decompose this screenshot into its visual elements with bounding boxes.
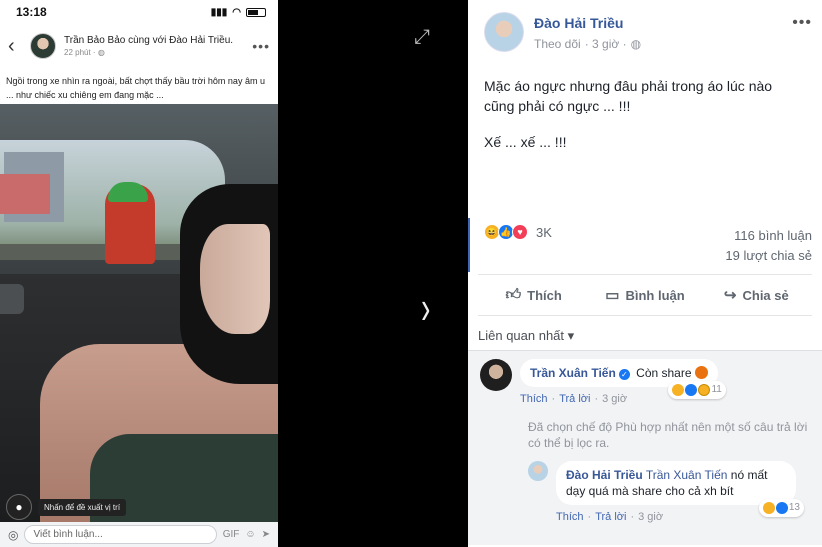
location-tip: ● Nhấn để đề xuất vị trí — [6, 494, 127, 520]
chevron-right-icon[interactable]: › — [421, 280, 430, 334]
post-stats: 😆 👍 ♥ 3K 116 bình luận 19 lượt chia sẻ — [468, 218, 822, 274]
avatar[interactable] — [484, 12, 524, 52]
phone-status-bar: 13:18 ▮▮▮ ◠ — [0, 0, 278, 24]
action-bar: 👍︎ Thích ▭ Bình luận ↪ Chia sẻ — [478, 274, 812, 316]
like-icon — [685, 384, 698, 396]
follow-link[interactable]: Theo dõi — [534, 37, 581, 51]
phone-caption: Ngồi trong xe nhìn ra ngoài, bất chợt th… — [6, 76, 265, 100]
thumbs-up-icon: 👍︎ — [505, 286, 522, 303]
reply-bubble: Đào Hải Triều Trần Xuân Tiến nó mất dạy … — [556, 461, 804, 517]
comment-reactions[interactable]: 11 — [668, 381, 726, 399]
commenter-name[interactable]: Trần Xuân Tiến — [530, 366, 616, 380]
avatar — [30, 33, 56, 59]
photo-viewer: 13:18 ▮▮▮ ◠ ‹ Trần Bảo Bảo cùng với Đào … — [0, 0, 822, 547]
media-pane: 13:18 ▮▮▮ ◠ ‹ Trần Bảo Bảo cùng với Đào … — [0, 0, 468, 547]
send-icon: ➤ — [261, 529, 270, 540]
post-text-1: Mặc áo ngực nhưng đâu phải trong áo lúc … — [484, 78, 773, 114]
comment-reply-link[interactable]: Trả lời — [559, 393, 590, 405]
wifi-icon: ◠ — [232, 6, 241, 18]
car-photo: ● Nhấn để đề xuất vị trí — [0, 104, 278, 522]
reply: Đào Hải Triều Trần Xuân Tiến nó mất dạy … — [528, 461, 812, 523]
like-icon — [775, 502, 788, 514]
filter-notice: Đã chọn chế độ Phù hợp nhất nên một số c… — [528, 420, 808, 450]
more-icon[interactable]: ••• — [792, 14, 812, 32]
avatar[interactable] — [528, 461, 548, 481]
love-icon: ♥ — [512, 224, 528, 240]
more-icon: ••• — [252, 38, 270, 54]
globe-icon: ◍ — [630, 37, 642, 51]
comment-text: Còn share — [636, 366, 692, 380]
share-button[interactable]: ↪ Chia sẻ — [701, 275, 812, 315]
phone-comment-input: Viết bình luận... — [24, 525, 217, 544]
screenshot-image: 13:18 ▮▮▮ ◠ ‹ Trần Bảo Bảo cùng với Đào … — [0, 0, 278, 547]
angry-emoji-icon — [694, 366, 708, 379]
mention-link[interactable]: Trần Xuân Tiến — [646, 468, 728, 482]
battery-icon — [246, 7, 266, 17]
comment-bubble: Trần Xuân Tiến ✓ Còn share 11 — [520, 359, 726, 399]
replier-name[interactable]: Đào Hải Triều — [566, 468, 643, 482]
haha-icon — [672, 384, 685, 396]
status-time: 13:18 — [16, 5, 47, 19]
verified-badge-icon: ✓ — [618, 369, 630, 380]
status-icons: ▮▮▮ ◠ — [211, 7, 266, 18]
post-text-2: Xế ... xế ... !!! — [484, 134, 567, 150]
comment-time[interactable]: 3 giờ — [602, 393, 627, 405]
comment-icon: ▭ — [605, 287, 620, 304]
comment: Trần Xuân Tiến ✓ Còn share 11 Thích · Trả … — [480, 359, 812, 405]
post-time[interactable]: · 3 giờ · — [585, 37, 627, 51]
post-author[interactable]: Đào Hải Triều — [534, 15, 641, 31]
comment-button[interactable]: ▭ Bình luận — [589, 275, 700, 315]
wow-icon — [698, 384, 711, 396]
phone-post-time: 22 phút · — [64, 48, 98, 57]
post-body: Mặc áo ngực nhưng đâu phải trong áo lúc … — [468, 62, 822, 218]
globe-icon: ◍ — [97, 48, 105, 57]
share-icon: ↪ — [723, 287, 737, 304]
haha-icon — [762, 502, 775, 514]
reply-reply-link[interactable]: Trả lời — [595, 511, 626, 523]
reply-reactions[interactable]: 13 — [758, 499, 804, 517]
back-arrow-icon: ‹ — [8, 34, 15, 57]
post-panel: Đào Hải Triều Theo dõi · 3 giờ · ◍ ••• M… — [468, 0, 822, 547]
location-pin-icon: ● — [6, 494, 32, 520]
expand-icon[interactable]: ⤢ — [414, 26, 438, 50]
reply-like-link[interactable]: Thích — [556, 511, 584, 523]
comment-sort-dropdown[interactable]: Liên quan nhất ▾ — [468, 316, 822, 350]
gif-icon: GIF — [222, 529, 240, 540]
camera-icon: ◎ — [8, 527, 19, 542]
post-header: Đào Hải Triều Theo dõi · 3 giờ · ◍ ••• — [468, 0, 822, 62]
emoji-icon: ☺ — [245, 529, 256, 540]
comment-like-link[interactable]: Thích — [520, 393, 548, 405]
share-count[interactable]: 19 lượt chia sẻ — [725, 246, 812, 266]
like-button[interactable]: 👍︎ Thích — [478, 275, 589, 315]
comment-list: Trần Xuân Tiến ✓ Còn share 11 Thích · Trả … — [468, 350, 822, 545]
woman-face — [200, 224, 270, 334]
reaction-count: 3K — [536, 224, 552, 240]
phone-comment-bar: ◎ Viết bình luận... GIF ☺ ➤ — [0, 522, 278, 547]
phone-post-header: ‹ Trần Bảo Bảo cùng với Đào Hải Triều. 2… — [0, 24, 278, 68]
avatar[interactable] — [480, 359, 512, 391]
phone-post-author: Trần Bảo Bảo cùng với Đào Hải Triều. — [64, 35, 234, 46]
signal-icon: ▮▮▮ — [210, 6, 228, 18]
reply-time[interactable]: 3 giờ — [638, 511, 663, 523]
comment-count[interactable]: 116 bình luận — [725, 226, 812, 246]
